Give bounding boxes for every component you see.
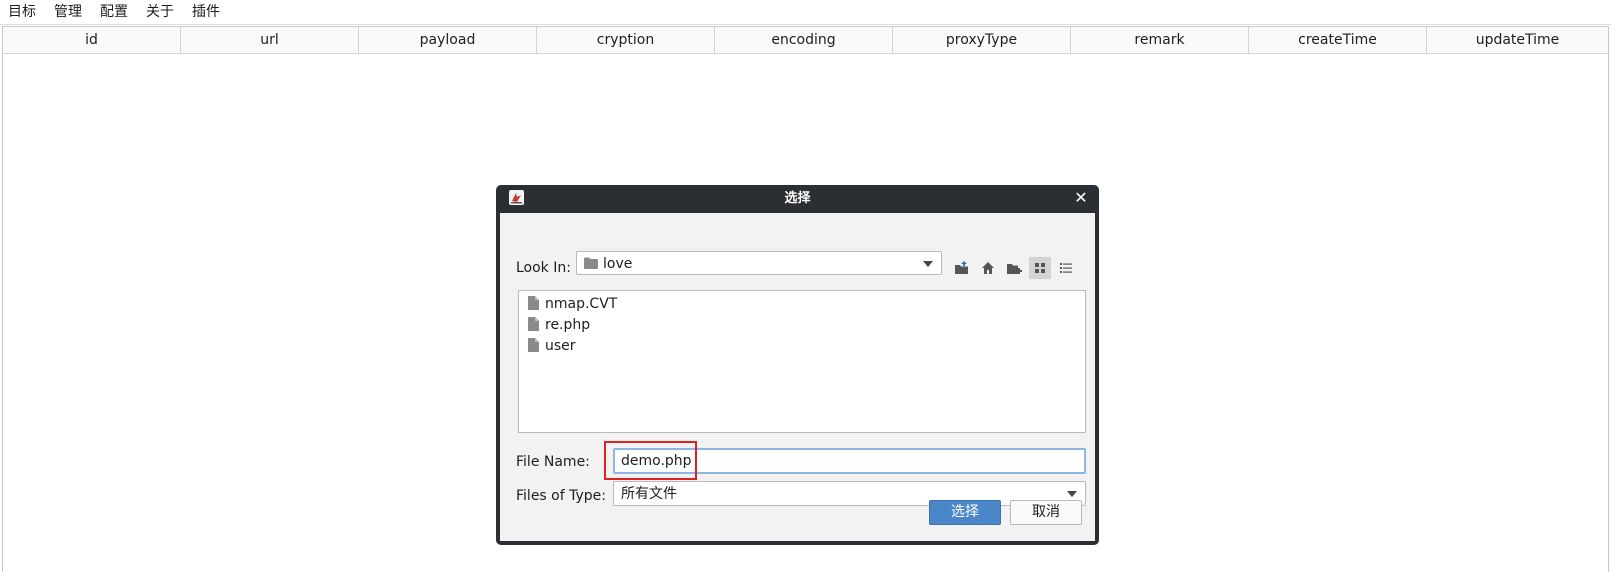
dialog-title-bar[interactable]: 选择 ✕ [496,185,1099,212]
column-header-url[interactable]: url [181,27,359,53]
column-header-createtime[interactable]: createTime [1249,27,1427,53]
cancel-button[interactable]: 取消 [1010,500,1082,525]
column-header-encoding[interactable]: encoding [715,27,893,53]
column-header-cryption[interactable]: cryption [537,27,715,53]
list-view-icon [1035,263,1045,273]
select-button[interactable]: 选择 [929,500,1001,525]
file-icon [528,296,539,310]
menu-plugins[interactable]: 插件 [192,3,220,21]
file-name: nmap.CVT [545,296,618,312]
menu-manage[interactable]: 管理 [54,3,82,21]
files-of-type-value: 所有文件 [621,486,677,502]
table-header: id url payload cryption encoding proxyTy… [3,27,1608,54]
chevron-down-icon [923,261,933,267]
file-name-label: File Name: [516,454,590,470]
column-header-proxytype[interactable]: proxyType [893,27,1071,53]
file-name: re.php [545,317,591,333]
column-header-id[interactable]: id [3,27,181,53]
up-folder-button[interactable] [951,257,973,279]
menu-about[interactable]: 关于 [146,3,174,21]
close-icon[interactable]: ✕ [1072,188,1090,208]
home-icon [982,262,994,274]
dialog-title: 选择 [784,191,811,206]
menu-config[interactable]: 配置 [100,3,128,21]
files-of-type-label: Files of Type: [516,488,606,504]
new-folder-icon [1007,264,1022,274]
file-list[interactable]: nmap.CVT re.php user [518,290,1086,433]
file-icon [528,338,539,352]
column-header-updatetime[interactable]: updateTime [1427,27,1608,53]
look-in-value: love [603,256,633,272]
look-in-dropdown[interactable]: love [576,251,942,275]
look-in-label: Look In: [516,260,571,276]
file-icon [528,317,539,331]
folder-icon [584,257,598,269]
new-folder-button[interactable] [1003,257,1025,279]
up-folder-icon [955,261,968,274]
menu-bar: 目标 管理 配置 关于 插件 [0,0,1611,25]
details-view-button[interactable] [1055,257,1077,279]
list-view-button[interactable] [1029,257,1051,279]
chevron-down-icon [1067,491,1077,497]
file-name: user [545,338,576,354]
details-view-icon [1060,263,1072,273]
dialog-body: Look In: love nmap.CVT re.php user File … [500,213,1095,541]
menu-target[interactable]: 目标 [8,3,36,21]
file-chooser-dialog: 选择 ✕ Look In: love nmap.CVT re.php user … [496,185,1099,545]
file-name-input[interactable] [613,448,1086,474]
home-button[interactable] [977,257,999,279]
column-header-payload[interactable]: payload [359,27,537,53]
column-header-remark[interactable]: remark [1071,27,1249,53]
